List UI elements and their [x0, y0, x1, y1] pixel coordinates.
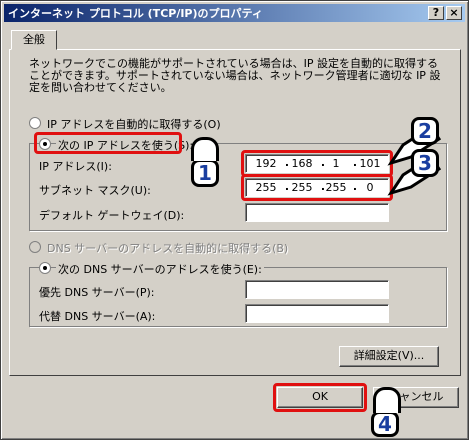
window-title: インターネット プロトコル (TCP/IP)のプロパティ: [8, 7, 263, 20]
alternate-dns-label: 代替 DNS サーバー(A):: [39, 310, 156, 323]
dialog-window: インターネット プロトコル (TCP/IP)のプロパティ ? × 全般 ネットワ…: [0, 0, 469, 440]
ip-address-field[interactable]: 192 . 168 . 1 . 101: [245, 154, 389, 173]
ip-address-label: IP アドレス(I):: [39, 160, 112, 173]
help-button[interactable]: ?: [428, 6, 444, 20]
alternate-dns-field[interactable]: [245, 304, 389, 323]
step-badge-4: 4: [371, 411, 399, 437]
step-badge-1: 1: [191, 159, 219, 187]
dns-manual-radio[interactable]: [39, 262, 51, 274]
dns-manual-label: 次の DNS サーバーのアドレスを使う(E):: [56, 261, 264, 277]
default-gateway-label: デフォルト ゲートウェイ(D):: [39, 209, 185, 222]
ok-button[interactable]: OK: [277, 387, 363, 408]
mouse-icon: [191, 137, 219, 161]
ip-octet-3: 1: [332, 157, 340, 170]
radio-selected-dot: [43, 142, 47, 146]
dns-auto-radio[interactable]: [29, 241, 41, 253]
ip-octet-1: 192: [255, 157, 277, 170]
close-button[interactable]: ×: [446, 6, 462, 20]
subnet-octet-2: 255: [291, 181, 313, 194]
ip-auto-radio[interactable]: [29, 117, 41, 129]
radio-selected-dot: [43, 266, 47, 270]
dns-auto-label: DNS サーバーのアドレスを自動的に取得する(B): [47, 242, 289, 255]
description-text: ネットワークでこの機能がサポートされている場合は、IP 設定を自動的に取得するこ…: [29, 57, 441, 94]
title-bar: インターネット プロトコル (TCP/IP)のプロパティ ? ×: [4, 4, 465, 22]
step-badge-2: 2: [411, 117, 439, 145]
tab-general[interactable]: 全般: [11, 30, 57, 50]
preferred-dns-label: 優先 DNS サーバー(P):: [39, 286, 155, 299]
default-gateway-field[interactable]: [245, 203, 389, 222]
subnet-mask-label: サブネット マスク(U):: [39, 184, 151, 197]
ip-manual-radio[interactable]: [39, 138, 51, 150]
ip-octet-4: 101: [359, 157, 381, 170]
mouse-icon: [373, 387, 401, 413]
subnet-octet-4: 0: [366, 181, 374, 194]
ip-octet-2: 168: [291, 157, 313, 170]
step-badge-3: 3: [411, 149, 439, 177]
subnet-octet-1: 255: [255, 181, 277, 194]
subnet-mask-field[interactable]: 255 . 255 . 255 . 0: [245, 178, 389, 197]
ip-manual-label: 次の IP アドレスを使う(S):: [56, 137, 196, 153]
preferred-dns-field[interactable]: [245, 280, 389, 299]
ip-auto-label: IP アドレスを自動的に取得する(O): [47, 118, 221, 131]
advanced-button[interactable]: 詳細設定(V)...: [339, 346, 439, 367]
subnet-octet-3: 255: [325, 181, 347, 194]
